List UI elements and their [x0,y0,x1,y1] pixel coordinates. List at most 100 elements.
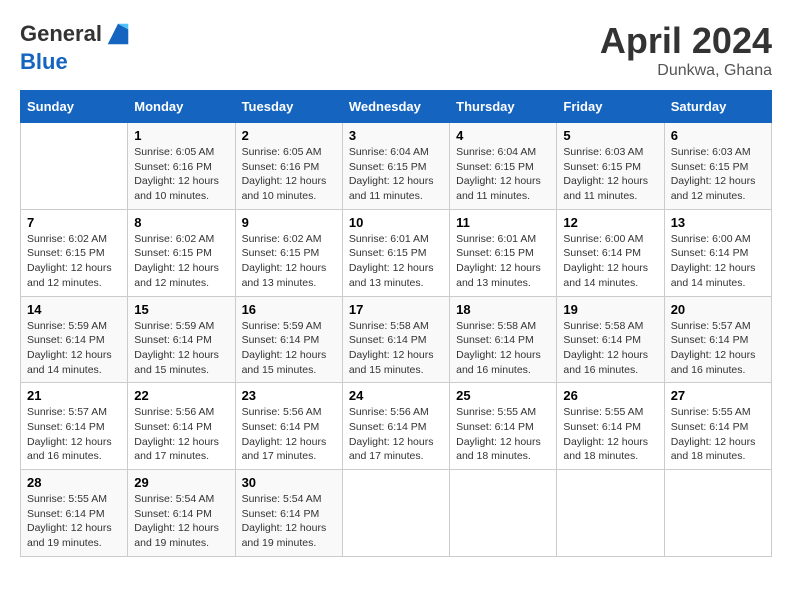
day-cell: 27Sunrise: 5:55 AM Sunset: 6:14 PM Dayli… [664,383,771,470]
day-info: Sunrise: 5:58 AM Sunset: 6:14 PM Dayligh… [563,319,657,378]
day-cell: 24 Sunrise: 5:56 AM Sunset: 6:14 PM Dayli… [342,383,449,470]
week-row-2: 7 Sunrise: 6:02 AM Sunset: 6:15 PM Daylig… [21,209,772,296]
day-number: 26 [563,388,657,403]
day-info: Sunrise: 6:05 AM Sunset: 6:16 PM Dayligh… [242,145,336,204]
day-info: Sunrise: 5:58 AM Sunset: 6:14 PM Dayligh… [456,319,550,378]
day-number: 21 [27,388,121,403]
day-cell [342,470,449,557]
day-info: Sunrise: 5:59 AM Sunset: 6:14 PM Dayligh… [242,319,336,378]
day-cell: 20 Sunrise: 5:57 AM Sunset: 6:14 PM Dayli… [664,296,771,383]
day-info: Sunrise: 5:58 AM Sunset: 6:14 PM Dayligh… [349,319,443,378]
day-info: Sunrise: 5:55 AM Sunset: 6:14 PM Dayligh… [563,405,657,464]
day-number: 23 [242,388,336,403]
day-info: Sunrise: 6:02 AM Sunset: 6:15 PM Dayligh… [134,232,228,291]
day-number: 25 [456,388,550,403]
day-number: 12 [563,215,657,230]
day-info: Sunrise: 6:03 AM Sunset: 6:15 PM Dayligh… [563,145,657,204]
col-header-friday: Friday [557,91,664,123]
calendar-header: SundayMondayTuesdayWednesdayThursdayFrid… [21,91,772,123]
day-cell: 4 Sunrise: 6:04 AM Sunset: 6:15 PM Daylig… [450,123,557,210]
col-header-thursday: Thursday [450,91,557,123]
day-cell [557,470,664,557]
day-info: Sunrise: 6:00 AM Sunset: 6:14 PM Dayligh… [671,232,765,291]
day-cell: 16 Sunrise: 5:59 AM Sunset: 6:14 PM Dayli… [235,296,342,383]
day-info: Sunrise: 6:05 AM Sunset: 6:16 PM Dayligh… [134,145,228,204]
day-cell [21,123,128,210]
day-info: Sunrise: 5:55 AM Sunset: 6:14 PM Dayligh… [671,405,765,464]
day-number: 18 [456,302,550,317]
day-cell: 26 Sunrise: 5:55 AM Sunset: 6:14 PM Dayli… [557,383,664,470]
day-number: 3 [349,128,443,143]
day-info: Sunrise: 6:01 AM Sunset: 6:15 PM Dayligh… [456,232,550,291]
day-info: Sunrise: 5:56 AM Sunset: 6:14 PM Dayligh… [134,405,228,464]
day-cell: 25 Sunrise: 5:55 AM Sunset: 6:14 PM Dayli… [450,383,557,470]
day-cell: 28Sunrise: 5:55 AM Sunset: 6:14 PM Dayli… [21,470,128,557]
day-cell: 17 Sunrise: 5:58 AM Sunset: 6:14 PM Dayli… [342,296,449,383]
day-number: 1 [134,128,228,143]
month-year: April 2024 [600,20,772,62]
day-cell: 30 Sunrise: 5:54 AM Sunset: 6:14 PM Dayli… [235,470,342,557]
day-cell: 23 Sunrise: 5:56 AM Sunset: 6:14 PM Dayli… [235,383,342,470]
day-number: 4 [456,128,550,143]
week-row-4: 21Sunrise: 5:57 AM Sunset: 6:14 PM Dayli… [21,383,772,470]
logo: General Blue [20,20,132,74]
week-row-3: 14 Sunrise: 5:59 AM Sunset: 6:14 PM Dayli… [21,296,772,383]
day-info: Sunrise: 6:04 AM Sunset: 6:15 PM Dayligh… [349,145,443,204]
day-info: Sunrise: 6:04 AM Sunset: 6:15 PM Dayligh… [456,145,550,204]
day-info: Sunrise: 5:54 AM Sunset: 6:14 PM Dayligh… [242,492,336,551]
col-header-tuesday: Tuesday [235,91,342,123]
day-number: 16 [242,302,336,317]
day-cell: 5 Sunrise: 6:03 AM Sunset: 6:15 PM Daylig… [557,123,664,210]
day-number: 5 [563,128,657,143]
day-number: 6 [671,128,765,143]
day-number: 24 [349,388,443,403]
day-number: 15 [134,302,228,317]
day-number: 13 [671,215,765,230]
week-row-5: 28Sunrise: 5:55 AM Sunset: 6:14 PM Dayli… [21,470,772,557]
day-number: 22 [134,388,228,403]
day-number: 8 [134,215,228,230]
col-header-saturday: Saturday [664,91,771,123]
day-number: 14 [27,302,121,317]
title-block: April 2024 Dunkwa, Ghana [600,20,772,80]
day-cell [664,470,771,557]
day-info: Sunrise: 6:00 AM Sunset: 6:14 PM Dayligh… [563,232,657,291]
day-number: 11 [456,215,550,230]
col-header-wednesday: Wednesday [342,91,449,123]
day-number: 10 [349,215,443,230]
day-info: Sunrise: 5:54 AM Sunset: 6:14 PM Dayligh… [134,492,228,551]
logo-text: General Blue [20,20,132,74]
day-number: 20 [671,302,765,317]
week-row-1: 1 Sunrise: 6:05 AM Sunset: 6:16 PM Daylig… [21,123,772,210]
day-info: Sunrise: 6:01 AM Sunset: 6:15 PM Dayligh… [349,232,443,291]
day-info: Sunrise: 5:59 AM Sunset: 6:14 PM Dayligh… [27,319,121,378]
day-cell: 18 Sunrise: 5:58 AM Sunset: 6:14 PM Dayli… [450,296,557,383]
day-info: Sunrise: 5:59 AM Sunset: 6:14 PM Dayligh… [134,319,228,378]
day-info: Sunrise: 6:03 AM Sunset: 6:15 PM Dayligh… [671,145,765,204]
day-number: 17 [349,302,443,317]
day-cell [450,470,557,557]
day-number: 7 [27,215,121,230]
col-header-monday: Monday [128,91,235,123]
day-cell: 21Sunrise: 5:57 AM Sunset: 6:14 PM Dayli… [21,383,128,470]
day-number: 28 [27,475,121,490]
page-header: General Blue April 2024 Dunkwa, Ghana [20,20,772,80]
day-cell: 6 Sunrise: 6:03 AM Sunset: 6:15 PM Daylig… [664,123,771,210]
day-info: Sunrise: 5:56 AM Sunset: 6:14 PM Dayligh… [242,405,336,464]
day-cell: 9Sunrise: 6:02 AM Sunset: 6:15 PM Daylig… [235,209,342,296]
day-number: 30 [242,475,336,490]
header-row: SundayMondayTuesdayWednesdayThursdayFrid… [21,91,772,123]
day-cell: 22 Sunrise: 5:56 AM Sunset: 6:14 PM Dayli… [128,383,235,470]
col-header-sunday: Sunday [21,91,128,123]
day-cell: 11 Sunrise: 6:01 AM Sunset: 6:15 PM Dayli… [450,209,557,296]
day-info: Sunrise: 5:55 AM Sunset: 6:14 PM Dayligh… [456,405,550,464]
day-number: 2 [242,128,336,143]
day-info: Sunrise: 5:56 AM Sunset: 6:14 PM Dayligh… [349,405,443,464]
day-cell: 1 Sunrise: 6:05 AM Sunset: 6:16 PM Daylig… [128,123,235,210]
day-info: Sunrise: 5:57 AM Sunset: 6:14 PM Dayligh… [671,319,765,378]
location: Dunkwa, Ghana [600,62,772,80]
day-cell: 8 Sunrise: 6:02 AM Sunset: 6:15 PM Daylig… [128,209,235,296]
calendar-table: SundayMondayTuesdayWednesdayThursdayFrid… [20,90,772,557]
logo-icon [104,20,132,48]
day-cell: 2 Sunrise: 6:05 AM Sunset: 6:16 PM Daylig… [235,123,342,210]
